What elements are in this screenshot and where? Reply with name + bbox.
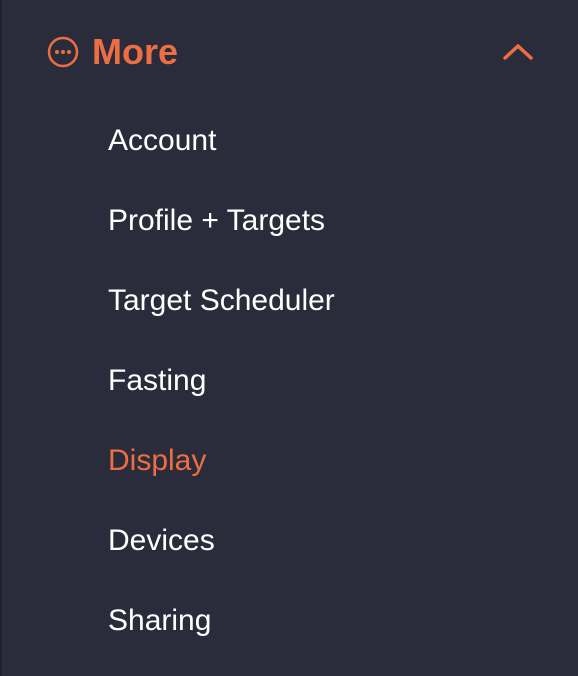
menu-item-profile-targets[interactable]: Profile + Targets [108,200,528,280]
menu-item-label: Devices [108,524,215,557]
menu-item-account[interactable]: Account [108,120,528,200]
menu-item-label: Fasting [108,364,207,397]
chevron-up-icon[interactable] [500,34,536,70]
menu-item-label: Profile + Targets [108,204,326,237]
menu-item-label: Display [108,444,207,477]
more-dots-icon [46,35,80,69]
menu-item-label: Target Scheduler [108,284,335,317]
more-menu-header[interactable]: More [46,28,536,76]
more-menu-title: More [92,31,179,72]
menu-item-label: Account [108,124,217,157]
menu-item-target-scheduler[interactable]: Target Scheduler [108,280,528,360]
menu-item-label: Sharing [108,604,212,637]
menu-item-fasting[interactable]: Fasting [108,360,528,440]
more-menu-items: Account Profile + Targets Target Schedul… [108,120,528,676]
menu-item-sharing[interactable]: Sharing [108,600,528,676]
menu-item-devices[interactable]: Devices [108,520,528,600]
more-menu: More Account Profile + Targets Target Sc… [0,0,578,676]
menu-item-display[interactable]: Display [108,440,528,520]
